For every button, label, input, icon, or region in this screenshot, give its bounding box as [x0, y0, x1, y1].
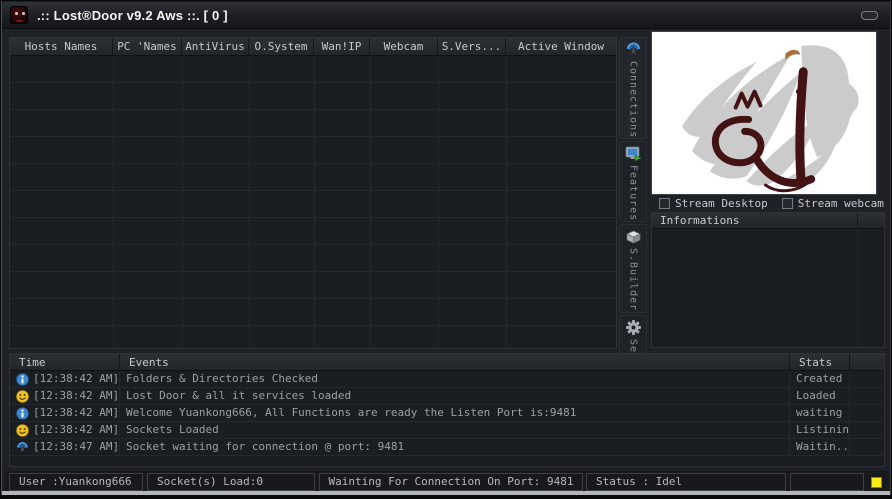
tab-features[interactable]: Features — [619, 141, 647, 222]
stream-options: Stream Desktop Stream webcam — [651, 196, 885, 211]
grid-line — [113, 56, 114, 348]
column-header-time[interactable]: Time — [10, 354, 120, 371]
side-tab-strip: Connections Features — [619, 37, 647, 349]
app-window: .:: Lost®Door v9.2 Aws ::. [ 0 ] Hosts N… — [0, 0, 892, 499]
informations-panel: Informations — [651, 212, 885, 348]
informations-header-label: Informations — [660, 214, 739, 227]
title-bar[interactable]: .:: Lost®Door v9.2 Aws ::. [ 0 ] — [2, 2, 890, 29]
log-row[interactable]: [12:38:42 AM] Sockets Loaded Listining — [10, 422, 884, 439]
status-user: User :Yuankong666 — [9, 473, 143, 491]
tab-label: Connections — [628, 61, 639, 138]
grid-line — [857, 213, 858, 228]
status-state: Status : Idel — [586, 473, 786, 491]
monitor-icon — [625, 145, 642, 162]
column-header-antivirus[interactable]: AntiVirus — [182, 38, 249, 56]
grid-line — [857, 229, 858, 347]
column-header-pc-names[interactable]: PC 'Names — [113, 38, 182, 56]
tab-connections[interactable]: Connections — [619, 37, 647, 139]
logo-image — [651, 31, 877, 195]
package-icon — [625, 228, 642, 245]
radar-icon — [625, 41, 642, 58]
column-header-hosts-names[interactable]: Hosts Names — [10, 38, 113, 56]
informations-header[interactable]: Informations — [652, 213, 884, 229]
hosts-table: Hosts Names PC 'Names AntiVirus O.System… — [9, 37, 617, 349]
window-control-button[interactable] — [861, 11, 878, 20]
grid-line — [314, 56, 315, 348]
grid-line — [506, 56, 507, 348]
stream-webcam-label: Stream webcam — [798, 197, 884, 210]
column-header-active-window[interactable]: Active Window — [506, 38, 616, 56]
smiley-icon — [16, 390, 29, 403]
informations-list[interactable] — [652, 229, 884, 347]
stream-desktop-label: Stream Desktop — [675, 197, 768, 210]
column-header-wanip[interactable]: Wan!IP — [314, 38, 370, 56]
grid-line — [438, 56, 439, 348]
column-header-webcam[interactable]: Webcam — [370, 38, 438, 56]
info-icon — [16, 407, 29, 420]
column-header-events[interactable]: Events — [120, 354, 790, 371]
log-row[interactable]: [12:38:42 AM] Welcome Yuankong666, All F… — [10, 405, 884, 422]
log-row[interactable]: [12:38:42 AM] Lost Door & all it service… — [10, 388, 884, 405]
column-header-sversion[interactable]: S.Vers... — [438, 38, 506, 56]
status-bar: User :Yuankong666 Socket(s) Load:0 Waint… — [5, 471, 889, 493]
grid-line — [249, 56, 250, 348]
event-log-table: Time Events Stats — [9, 353, 885, 467]
status-blank — [790, 473, 864, 491]
hosts-table-body[interactable] — [10, 56, 616, 348]
grid-line — [370, 56, 371, 348]
grid-line — [182, 56, 183, 348]
smiley-icon — [16, 424, 29, 437]
window-bottom-edge — [1, 495, 891, 498]
log-row[interactable]: [12:38:47 AM] Socket waiting for connect… — [10, 439, 884, 456]
radar-icon — [16, 441, 29, 454]
status-waiting: Wainting For Connection On Port: 9481 — [319, 473, 583, 491]
gear-icon — [625, 319, 642, 336]
app-icon — [10, 6, 28, 24]
stream-desktop-checkbox[interactable] — [659, 198, 670, 209]
info-icon — [16, 373, 29, 386]
column-header-os[interactable]: O.System — [249, 38, 314, 56]
window-title: .:: Lost®Door v9.2 Aws ::. [ 0 ] — [37, 8, 228, 23]
tab-s-builder[interactable]: S.Builder — [619, 224, 647, 312]
stream-webcam-checkbox[interactable] — [782, 198, 793, 209]
activity-indicator — [871, 477, 882, 488]
status-sockets: Socket(s) Load:0 — [147, 473, 315, 491]
hosts-table-header: Hosts Names PC 'Names AntiVirus O.System… — [10, 38, 616, 56]
column-header-stats[interactable]: Stats — [790, 354, 850, 371]
tab-label: S.Builder — [628, 248, 639, 311]
tab-label: Features — [628, 165, 639, 221]
window-frame: .:: Lost®Door v9.2 Aws ::. [ 0 ] Hosts N… — [0, 0, 892, 499]
event-log-rows: [12:38:42 AM] Folders & Directories Chec… — [10, 371, 884, 456]
column-header-blank — [850, 354, 884, 371]
log-row[interactable]: [12:38:42 AM] Folders & Directories Chec… — [10, 371, 884, 388]
event-log-header: Time Events Stats — [10, 354, 884, 371]
